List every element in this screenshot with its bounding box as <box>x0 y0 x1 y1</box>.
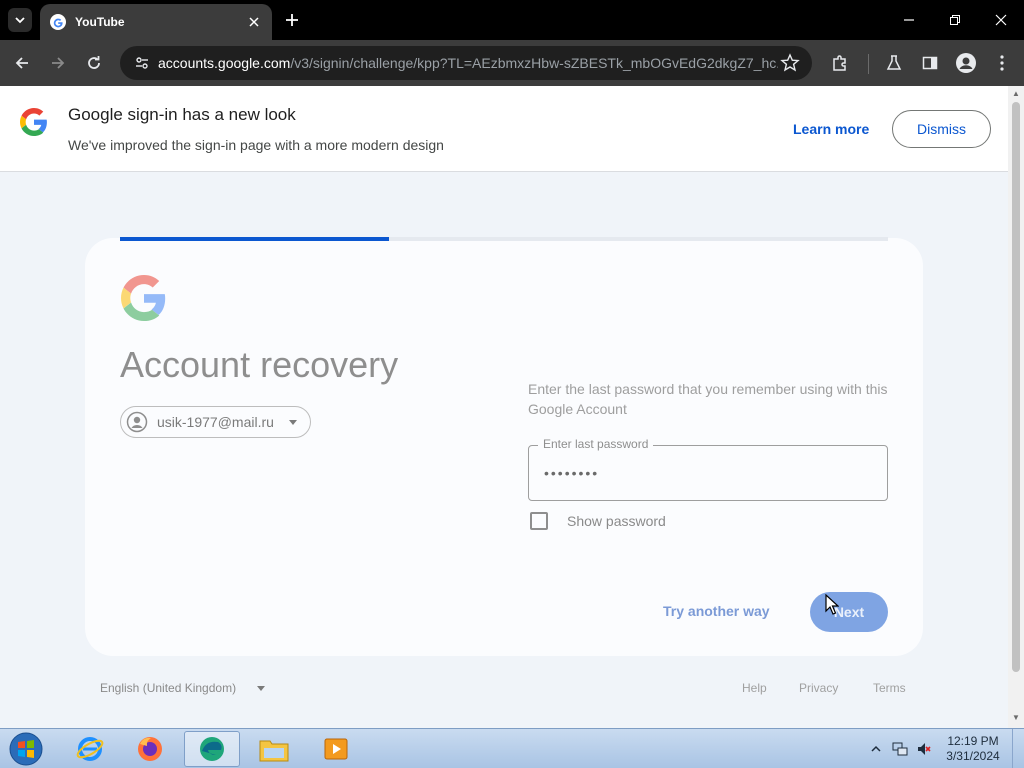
puzzle-icon <box>833 55 846 71</box>
dismiss-button[interactable]: Dismiss <box>892 110 991 148</box>
reload-button[interactable] <box>82 51 106 75</box>
restore-icon <box>950 15 960 25</box>
page-content: Google sign-in has a new look We've impr… <box>0 86 1008 728</box>
taskbar-media-player[interactable] <box>308 731 364 767</box>
back-button[interactable] <box>10 51 34 75</box>
minimize-button[interactable] <box>894 6 924 34</box>
menu-button[interactable] <box>990 51 1014 75</box>
banner-title: Google sign-in has a new look <box>68 105 296 124</box>
terms-link[interactable]: Terms <box>873 681 906 695</box>
firefox-icon <box>138 737 162 761</box>
labs-button[interactable] <box>882 51 906 75</box>
taskbar-clock[interactable]: 12:19 PM 3/31/2024 <box>940 734 1006 764</box>
password-field[interactable]: Enter last password •••••••• <box>528 437 888 501</box>
scroll-thumb[interactable] <box>1012 102 1020 672</box>
side-panel-icon <box>922 56 938 70</box>
google-favicon-icon <box>50 14 66 30</box>
progress-bar <box>120 237 888 241</box>
chevron-down-icon <box>15 17 25 24</box>
kebab-menu-icon <box>1000 55 1004 71</box>
extensions-button[interactable] <box>828 51 852 75</box>
edge-browser-icon <box>200 737 224 761</box>
close-tab-icon[interactable] <box>246 14 262 30</box>
url-host: accounts.google.com <box>158 55 291 71</box>
language-selector[interactable]: English (United Kingdom) <box>100 681 236 695</box>
new-look-banner: Google sign-in has a new look We've impr… <box>0 86 1008 172</box>
folder-icon <box>259 740 289 762</box>
show-password-checkbox[interactable] <box>530 512 548 530</box>
flask-icon <box>886 55 902 70</box>
windows-logo-icon <box>9 732 43 766</box>
internet-explorer-icon <box>76 737 104 761</box>
taskbar-edge[interactable] <box>184 731 240 767</box>
start-button[interactable] <box>6 731 46 767</box>
minimize-icon <box>904 19 914 21</box>
url-path: /v3/signin/challenge/kpp?TL=AEzbmxzHbw-s… <box>290 55 778 71</box>
learn-more-link[interactable]: Learn more <box>793 121 869 137</box>
site-info-icon[interactable] <box>132 53 152 73</box>
url-text: accounts.google.com/v3/signin/challenge/… <box>158 55 778 71</box>
page-scrollbar[interactable]: ▲ ▼ <box>1008 86 1024 728</box>
password-field-label: Enter last password <box>538 437 654 451</box>
show-hidden-icons-icon[interactable] <box>868 741 884 757</box>
browser-toolbar: accounts.google.com/v3/signin/challenge/… <box>0 40 1024 86</box>
system-tray <box>866 737 936 761</box>
arrow-left-icon <box>15 57 28 69</box>
forward-button[interactable] <box>46 51 70 75</box>
arrow-right-icon <box>52 57 65 69</box>
address-bar[interactable]: accounts.google.com/v3/signin/challenge/… <box>120 46 812 80</box>
account-email: usik-1977@mail.ru <box>157 414 274 430</box>
banner-subtitle: We've improved the sign-in page with a m… <box>68 137 444 153</box>
caret-down-icon <box>289 420 297 425</box>
volume-muted-icon[interactable] <box>916 741 932 757</box>
restore-button[interactable] <box>940 6 970 34</box>
taskbar-file-explorer[interactable] <box>246 731 302 767</box>
reload-icon <box>88 56 100 69</box>
profile-button[interactable] <box>954 51 978 75</box>
next-button[interactable]: Next <box>810 592 888 632</box>
mouse-cursor-icon <box>825 594 839 615</box>
clock-time: 12:19 PM <box>947 734 999 748</box>
show-desktop-button[interactable] <box>1012 729 1024 768</box>
windows-taskbar: 12:19 PM 3/31/2024 <box>0 728 1024 768</box>
close-window-button[interactable] <box>986 6 1016 34</box>
google-logo-icon <box>121 275 166 321</box>
taskbar-firefox[interactable] <box>122 731 178 767</box>
page-footer: English (United Kingdom) Help Privacy Te… <box>0 678 1008 698</box>
scroll-down-arrow-icon[interactable]: ▼ <box>1012 714 1020 722</box>
media-player-icon <box>324 738 348 760</box>
plus-icon <box>286 14 298 26</box>
new-tab-button[interactable] <box>282 10 302 30</box>
account-circle-icon <box>126 411 148 433</box>
bookmark-star-icon[interactable] <box>780 53 800 73</box>
side-panel-button[interactable] <box>918 51 942 75</box>
signin-card: Account recovery usik-1977@mail.ru Enter… <box>85 238 923 656</box>
tab-strip: YouTube <box>0 0 1024 40</box>
caret-down-icon[interactable] <box>256 684 266 692</box>
help-link[interactable]: Help <box>742 681 767 695</box>
network-icon[interactable] <box>892 741 908 757</box>
password-value: •••••••• <box>544 465 600 481</box>
tab-youtube[interactable]: YouTube <box>40 4 272 40</box>
scroll-up-arrow-icon[interactable]: ▲ <box>1012 90 1020 98</box>
clock-date: 3/31/2024 <box>946 749 1000 763</box>
taskbar-internet-explorer[interactable] <box>62 731 118 767</box>
try-another-way-button[interactable]: Try another way <box>663 603 770 619</box>
toolbar-separator <box>868 54 869 74</box>
tab-search-button[interactable] <box>8 8 32 32</box>
google-logo-icon <box>20 108 47 136</box>
account-chip[interactable]: usik-1977@mail.ru <box>120 406 311 438</box>
show-password-label[interactable]: Show password <box>567 513 666 529</box>
page-title: Account recovery <box>120 344 399 385</box>
instruction-text: Enter the last password that you remembe… <box>528 381 888 417</box>
privacy-link[interactable]: Privacy <box>799 681 838 695</box>
close-icon <box>995 14 1007 26</box>
tab-title: YouTube <box>75 15 125 29</box>
progress-fill <box>120 237 389 241</box>
profile-avatar-icon <box>956 53 976 73</box>
